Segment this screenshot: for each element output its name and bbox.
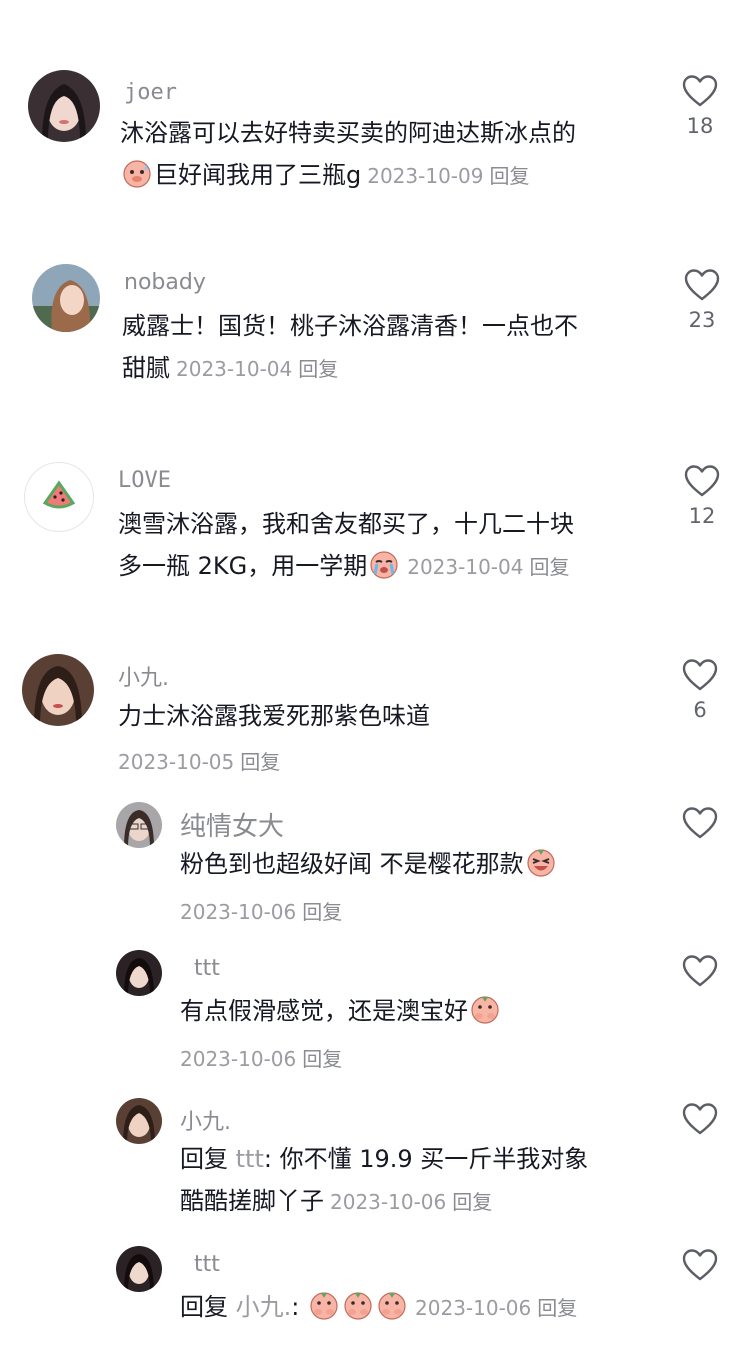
pig-hold-icon [344, 1292, 372, 1320]
comment-date: 2023-10-04 [176, 357, 293, 381]
like-button[interactable] [680, 1248, 720, 1282]
avatar[interactable] [28, 70, 100, 142]
heart-icon [682, 1103, 718, 1135]
like-button[interactable] [680, 1102, 720, 1136]
reply-button[interactable]: 回复 [302, 1047, 342, 1071]
pig-laugh-icon [527, 849, 555, 877]
username[interactable]: ttt [194, 1252, 220, 1277]
like-button[interactable]: 6 [680, 658, 720, 722]
like-button[interactable]: 18 [680, 74, 720, 138]
like-count: 23 [688, 308, 716, 332]
comment-date: 2023-10-09 [367, 164, 484, 188]
like-button[interactable] [680, 806, 720, 840]
username[interactable]: 小九. [180, 1104, 231, 1136]
username[interactable]: 小九. [118, 660, 169, 692]
mention-link[interactable]: ttt [236, 1145, 264, 1173]
comment-text: 澳雪沐浴露，我和舍友都买了，十几二十块 多一瓶 2KG，用一学期 2023-10-… [118, 510, 574, 580]
comment-text: 威露士！国货！桃子沐浴露清香！一点也不 甜腻 2023-10-04 回复 [122, 312, 578, 382]
avatar[interactable] [116, 1098, 162, 1144]
comment-text: 有点假滑感觉，还是澳宝好 [180, 990, 660, 1032]
reply-button[interactable]: 回复 [529, 555, 569, 579]
comment-text: 回复 ttt: 你不懂 19.9 买一斤半我对象 酷酷搓脚丫子 2023-10-0… [180, 1145, 589, 1215]
avatar[interactable] [24, 462, 94, 532]
pig-hold-icon [310, 1292, 338, 1320]
heart-icon [682, 955, 718, 987]
comment-date: 2023-10-06 [415, 1296, 532, 1320]
username[interactable]: LOVE [118, 468, 171, 493]
like-count: 6 [693, 698, 707, 722]
comment-date: 2023-10-06 [180, 900, 297, 924]
mention-link[interactable]: 小九. [236, 1293, 292, 1321]
comment-text: 粉色到也超级好闻 不是樱花那款 [180, 843, 660, 885]
reply-button[interactable]: 回复 [489, 164, 529, 188]
heart-icon [684, 465, 720, 497]
watermelon-icon [42, 480, 76, 509]
like-button[interactable] [680, 954, 720, 988]
username[interactable]: 纯情女大 [180, 806, 284, 843]
pig-cry-icon [370, 551, 398, 579]
pig-hold-icon [471, 996, 499, 1024]
heart-icon [682, 75, 718, 107]
comment-date: 2023-10-04 [407, 555, 524, 579]
heart-icon [682, 1249, 718, 1281]
pig-hold-icon [378, 1292, 406, 1320]
reply-button[interactable]: 回复 [240, 750, 280, 774]
comment-date: 2023-10-05 [118, 750, 235, 774]
like-button[interactable]: 23 [682, 268, 722, 332]
heart-icon [682, 807, 718, 839]
heart-icon [684, 269, 720, 301]
avatar[interactable] [32, 264, 100, 332]
pig-sweat-icon [123, 160, 151, 188]
comment-date: 2023-10-06 [330, 1190, 447, 1214]
heart-icon [682, 659, 718, 691]
username[interactable]: nobady [124, 270, 206, 295]
like-count: 18 [686, 114, 714, 138]
like-count: 12 [688, 504, 716, 528]
like-button[interactable]: 12 [682, 464, 722, 528]
comment-text: 回复 小九.: 2023-10-06 回复 [180, 1286, 680, 1329]
comment-meta: 2023-10-06 回复 [180, 1043, 342, 1072]
comment-text: 力士沐浴露我爱死那紫色味道 [118, 702, 430, 730]
reply-button[interactable]: 回复 [452, 1190, 492, 1214]
comment-date: 2023-10-06 [180, 1047, 297, 1071]
comment-meta: 2023-10-06 回复 [180, 896, 342, 925]
reply-button[interactable]: 回复 [537, 1296, 577, 1320]
reply-button[interactable]: 回复 [298, 357, 338, 381]
comment-meta: 2023-10-05 回复 [118, 746, 280, 775]
comment-text: 沐浴露可以去好特卖买卖的阿迪达斯冰点的 巨好闻我用了三瓶g 2023-10-09 回… [120, 119, 576, 189]
username[interactable]: joer [124, 80, 177, 105]
avatar[interactable] [116, 1246, 162, 1292]
reply-button[interactable]: 回复 [302, 900, 342, 924]
avatar[interactable] [116, 950, 162, 996]
username[interactable]: ttt [194, 956, 220, 981]
avatar[interactable] [22, 654, 94, 726]
avatar[interactable] [116, 802, 162, 848]
